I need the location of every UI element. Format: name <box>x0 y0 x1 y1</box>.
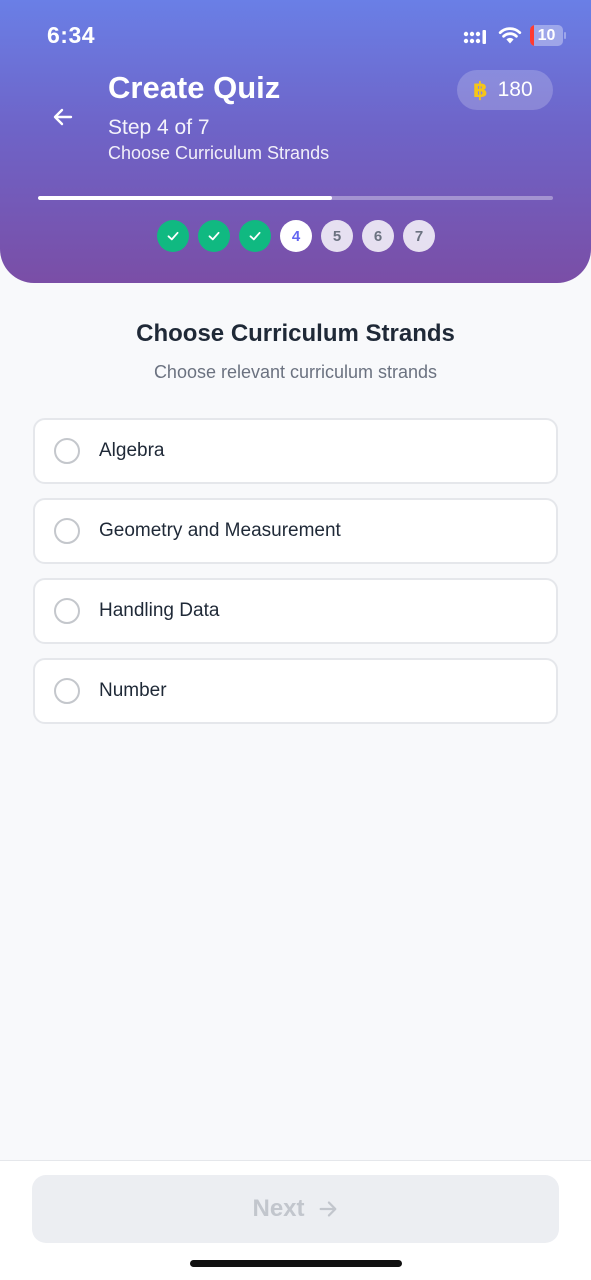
progress-bar <box>38 196 553 200</box>
check-icon <box>167 231 179 241</box>
step-indicator: 4 5 6 7 <box>157 220 435 252</box>
battery-body: 10 <box>530 25 563 46</box>
status-time: 6:34 <box>47 22 96 48</box>
step-number: 7 <box>414 227 424 245</box>
option-geometry-and-measurement[interactable]: Geometry and Measurement <box>33 498 558 564</box>
step-dot-7: 7 <box>403 220 435 252</box>
next-button-label: Next <box>252 1195 305 1222</box>
arrow-left-icon <box>53 108 73 126</box>
step-dot-5: 5 <box>321 220 353 252</box>
step-counter: Step 4 of 7 <box>108 116 210 139</box>
radio-button[interactable] <box>54 518 80 544</box>
step-dot-1 <box>157 220 189 252</box>
step-number: 5 <box>332 227 342 245</box>
page-title: Create Quiz <box>108 70 281 105</box>
step-dot-4: 4 <box>280 220 312 252</box>
section-subtitle: Choose relevant curriculum strands <box>153 362 438 382</box>
back-button[interactable] <box>44 98 82 136</box>
option-handling-data[interactable]: Handling Data <box>33 578 558 644</box>
step-number: 6 <box>373 227 383 245</box>
status-bar: 6:34 10 <box>0 0 591 70</box>
radio-button[interactable] <box>54 438 80 464</box>
check-icon <box>249 231 261 241</box>
coin-balance: 180 <box>497 78 533 101</box>
step-dot-2 <box>198 220 230 252</box>
step-dot-3 <box>239 220 271 252</box>
coin-balance-badge[interactable]: ฿ 180 <box>457 70 553 110</box>
next-button[interactable]: Next <box>32 1175 559 1243</box>
home-indicator <box>190 1260 402 1267</box>
step-number: 4 <box>291 227 301 245</box>
footer: Next <box>0 1160 591 1280</box>
radio-button[interactable] <box>54 678 80 704</box>
battery-level: 10 <box>537 27 556 44</box>
battery-icon: 10 <box>530 25 566 46</box>
radio-button[interactable] <box>54 598 80 624</box>
step-subtitle: Choose Curriculum Strands <box>108 143 330 163</box>
wifi-icon <box>498 27 522 44</box>
option-label: Geometry and Measurement <box>99 520 341 541</box>
check-icon <box>208 231 220 241</box>
battery-cap <box>564 32 566 39</box>
section-title: Choose Curriculum Strands <box>136 320 455 347</box>
progress-fill <box>38 196 332 200</box>
option-label: Algebra <box>99 440 165 461</box>
option-label: Handling Data <box>99 600 220 621</box>
option-number[interactable]: Number <box>33 658 558 724</box>
header: 6:34 10 Create Quiz Step 4 of 7 Choose C… <box>0 0 591 283</box>
option-label: Number <box>99 680 167 701</box>
strand-options-list: Algebra Geometry and Measurement Handlin… <box>33 418 558 738</box>
cellular-signal-icon <box>463 30 486 44</box>
option-algebra[interactable]: Algebra <box>33 418 558 484</box>
step-dot-6: 6 <box>362 220 394 252</box>
arrow-right-icon <box>317 1198 339 1220</box>
coin-icon: ฿ <box>473 78 488 102</box>
